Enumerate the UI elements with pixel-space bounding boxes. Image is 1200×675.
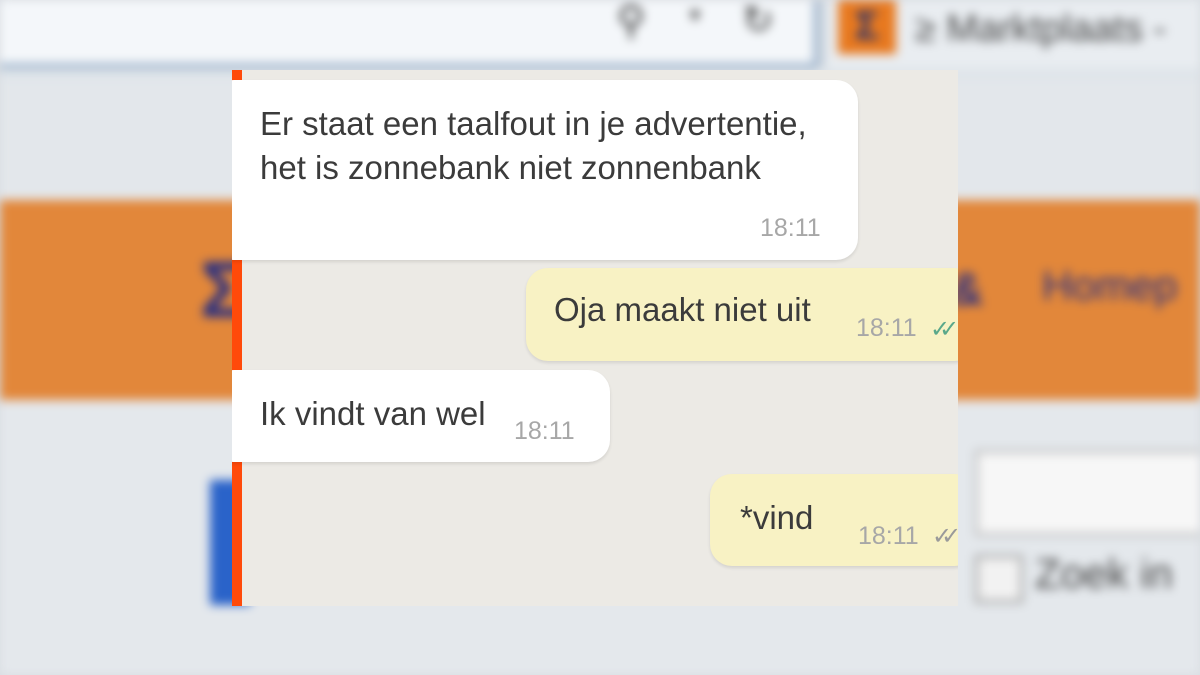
message-time: 18:11 (858, 522, 919, 550)
message-time: 18:11 (856, 314, 917, 342)
search-field[interactable] (975, 450, 1200, 536)
message-bubble-outgoing: *vind 18:11 ✓✓ (710, 474, 958, 566)
message-bubble-outgoing: Oja maakt niet uit 18:11 ✓✓ (526, 268, 958, 361)
message-text: *vind (740, 499, 814, 536)
search-icon[interactable]: ⚲ (610, 0, 652, 42)
message-time: 18:11 (514, 417, 575, 445)
delivered-receipt-icon: ✓✓ (932, 523, 958, 550)
search-checkbox[interactable] (975, 555, 1023, 603)
message-text: Er staat een taalfout in je advertentie,… (260, 102, 807, 190)
refresh-icon[interactable]: ↻ (735, 0, 781, 44)
marktplaats-logo-icon: Σ (838, 0, 896, 54)
chat-screenshot: Er staat een taalfout in je advertentie,… (232, 70, 958, 606)
chevron-down-icon[interactable]: ▾ (680, 2, 710, 32)
message-line: het is zonnebank niet zonnenbank (260, 149, 761, 186)
message-bubble-incoming: Er staat een taalfout in je advertentie,… (232, 80, 858, 260)
checkbox-label: Zoek in (1035, 550, 1173, 597)
message-text: Ik vindt van wel (260, 395, 486, 432)
tab-title: ≥ Marktplaats - (915, 8, 1167, 50)
message-time: 18:11 (760, 214, 821, 242)
message-line: Er staat een taalfout in je advertentie, (260, 105, 807, 142)
nav-link-home[interactable]: Homep (1042, 262, 1177, 310)
message-text: Oja maakt niet uit (554, 291, 811, 328)
read-receipt-icon: ✓✓ (930, 316, 958, 343)
message-bubble-incoming: Ik vindt van wel 18:11 (232, 370, 610, 462)
